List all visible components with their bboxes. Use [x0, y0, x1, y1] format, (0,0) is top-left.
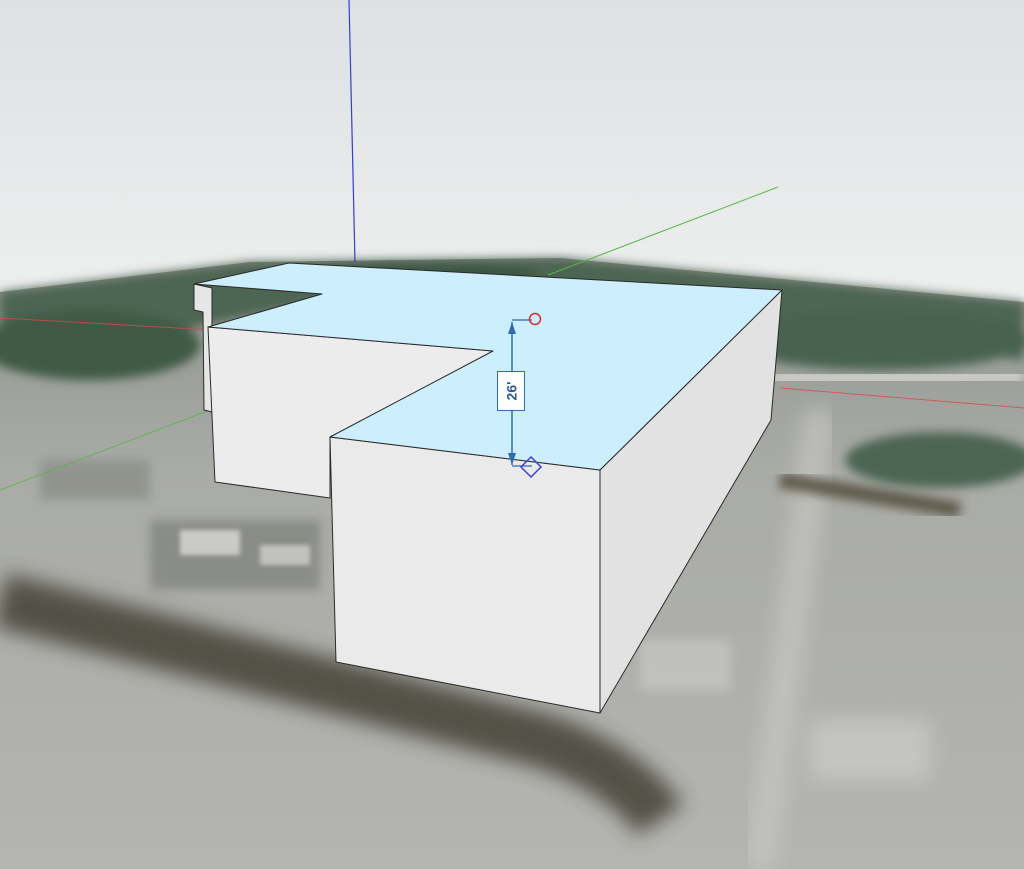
modeling-viewport[interactable]: 26' [0, 0, 1024, 869]
dimension-value-label[interactable]: 26' [497, 371, 525, 411]
dimension-value-text: 26' [503, 381, 519, 401]
scene-canvas[interactable] [0, 0, 1024, 869]
